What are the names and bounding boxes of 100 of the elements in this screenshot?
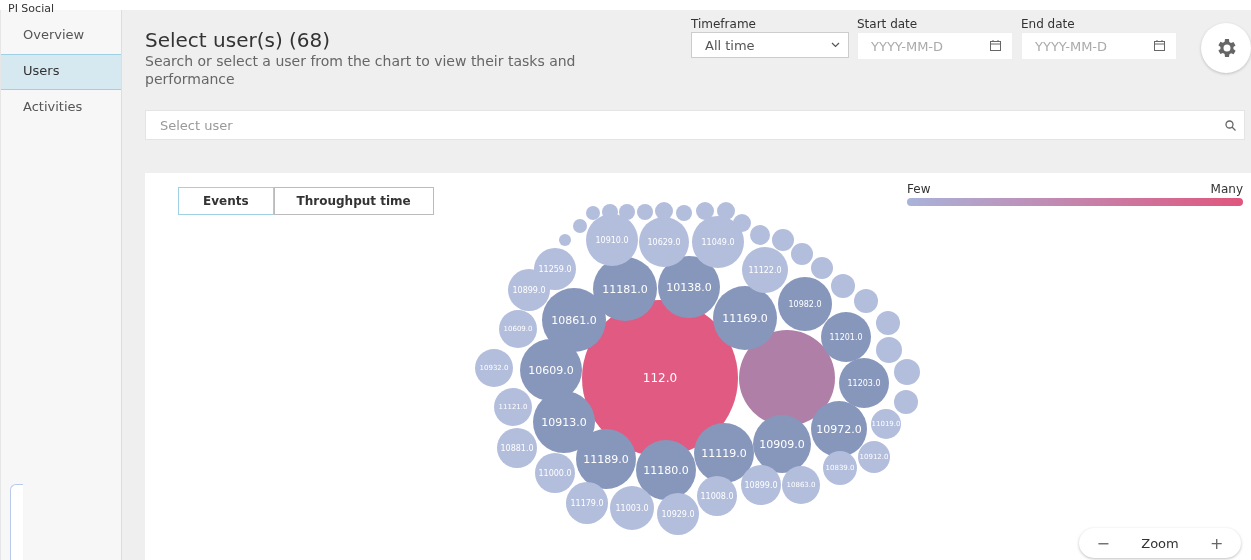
nav-item[interactable]: Users (1, 54, 121, 90)
page-subtitle: Search or select a user from the chart to view their tasks and performance (145, 52, 577, 88)
bubble-label: 10899.0 (744, 480, 778, 490)
user-bubble[interactable] (750, 225, 770, 245)
user-bubble[interactable] (741, 465, 781, 505)
bubble-label: 11122.0 (748, 265, 782, 275)
user-bubble[interactable] (637, 204, 653, 220)
user-bubble[interactable] (876, 311, 900, 335)
user-bubble[interactable] (655, 202, 673, 220)
zoom-in-button[interactable]: + (1205, 533, 1228, 553)
user-bubble[interactable] (586, 206, 600, 220)
user-bubble[interactable] (692, 216, 744, 268)
bubble-label: 11180.0 (643, 463, 689, 477)
bubble-label: 11119.0 (701, 446, 747, 460)
user-bubble[interactable] (658, 256, 720, 318)
timeframe-dropdown[interactable]: All time (691, 32, 849, 58)
user-bubble[interactable] (576, 429, 636, 489)
user-bubble[interactable] (676, 205, 692, 221)
user-bubble[interactable] (619, 204, 635, 220)
bubble-label: 10972.0 (816, 422, 862, 436)
user-bubble[interactable] (713, 286, 777, 350)
user-bubble[interactable] (639, 217, 689, 267)
settings-button[interactable] (1201, 23, 1251, 73)
field-label: Start date (857, 17, 919, 32)
bubble-label: 10609.0 (528, 363, 574, 377)
calendar-icon (990, 40, 1001, 51)
user-bubble[interactable] (894, 390, 918, 414)
bubble-label: 10910.0 (595, 235, 629, 245)
user-search-field[interactable]: Select user (145, 110, 1245, 140)
user-bubble[interactable] (772, 229, 794, 251)
user-bubble[interactable] (694, 423, 754, 483)
bubble-label: 10909.0 (759, 437, 805, 451)
legend-label: Few (907, 182, 931, 196)
chart-tab[interactable]: Events (178, 187, 274, 215)
user-bubble[interactable] (717, 202, 735, 220)
user-bubble[interactable] (657, 493, 699, 535)
user-bubble[interactable] (858, 441, 890, 473)
user-bubble[interactable] (854, 289, 878, 313)
bubble-label: 11259.0 (538, 264, 572, 274)
user-bubble[interactable] (573, 219, 587, 233)
bubble-label: 10982.0 (788, 299, 822, 309)
user-bubble[interactable] (791, 243, 813, 265)
user-bubble[interactable] (821, 312, 871, 362)
bubble-label: 10913.0 (541, 415, 587, 429)
nav-item[interactable]: Overview (1, 18, 121, 54)
bubble-label: 10881.0 (500, 443, 534, 453)
bubble-label: 10899.0 (512, 285, 546, 295)
user-bubble[interactable] (497, 428, 537, 468)
user-bubble[interactable] (823, 451, 857, 485)
user-bubble[interactable] (876, 337, 902, 363)
bubble-label: 10861.0 (551, 313, 597, 327)
bubble-label: 11169.0 (722, 311, 768, 325)
bubble-label: 11003.0 (615, 503, 649, 513)
field-label: End date (1021, 17, 1076, 32)
bubble-label: 11008.0 (700, 491, 734, 501)
user-bubble[interactable] (871, 409, 901, 439)
user-bubble[interactable] (494, 388, 532, 426)
user-bubble[interactable] (839, 358, 889, 408)
bubble-label: 11189.0 (583, 452, 629, 466)
legend-label: Many (1210, 182, 1243, 196)
user-bubble[interactable] (586, 214, 638, 266)
calendar-icon (1154, 40, 1165, 51)
user-bubble[interactable] (696, 202, 714, 220)
bubble-label: 112.0 (642, 371, 678, 385)
user-bubble[interactable] (636, 440, 696, 500)
user-bubble[interactable] (559, 234, 571, 246)
page-title: Select user(s) (68) (145, 28, 332, 52)
user-bubble[interactable] (894, 359, 920, 385)
user-bubble[interactable] (475, 349, 513, 387)
bubble-label: 11049.0 (701, 237, 735, 247)
user-bubble[interactable] (742, 247, 788, 293)
user-bubble[interactable] (499, 310, 537, 348)
user-bubble[interactable] (533, 391, 595, 453)
user-bubble[interactable] (733, 214, 751, 232)
field-label: Timeframe (691, 17, 757, 32)
user-bubble[interactable] (697, 476, 737, 516)
end-date-field[interactable]: YYYY-MM-D (1021, 32, 1177, 60)
user-bubble[interactable] (778, 277, 832, 331)
zoom-out-button[interactable]: − (1092, 533, 1114, 553)
bubble-label: 10138.0 (666, 280, 712, 294)
bubble-label: 11203.0 (847, 378, 881, 388)
user-bubble[interactable] (782, 466, 820, 504)
chevron-icon (831, 42, 840, 48)
bubble-label: 11201.0 (829, 332, 863, 342)
bubble-label: 11179.0 (570, 498, 604, 508)
zoom-label: Zoom (1141, 535, 1179, 551)
bubble-label: 10629.0 (647, 237, 681, 247)
bubble-label: 11181.0 (602, 282, 648, 296)
nav-item[interactable]: Activities (1, 90, 121, 126)
user-bubble[interactable] (610, 486, 654, 530)
user-bubble[interactable] (831, 274, 855, 298)
bubble-label: 10929.0 (661, 509, 695, 519)
user-bubble[interactable] (811, 257, 833, 279)
app-title: PI Social (7, 1, 55, 17)
user-bubble[interactable] (535, 453, 575, 493)
user-bubble[interactable] (566, 482, 608, 524)
bubble-label: 11000.0 (538, 468, 572, 478)
start-date-field[interactable]: YYYY-MM-D (857, 32, 1013, 60)
chart-tab[interactable]: Throughput time (273, 187, 434, 215)
search-icon (1225, 120, 1236, 131)
